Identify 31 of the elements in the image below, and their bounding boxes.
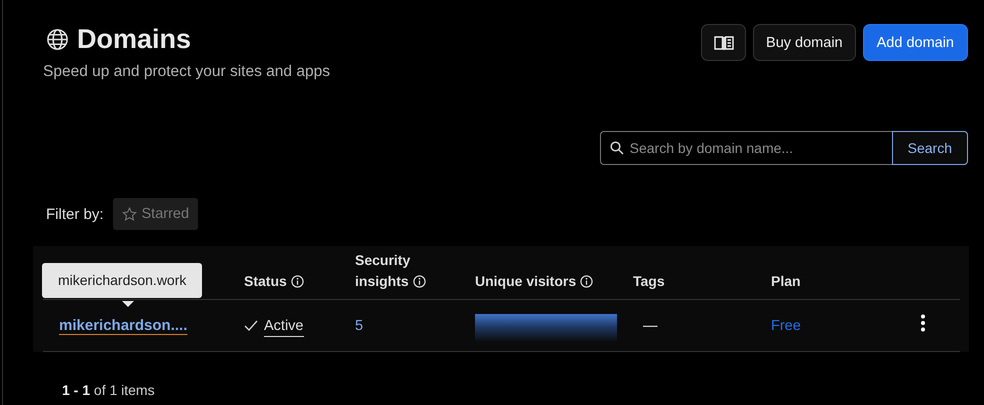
- docs-button[interactable]: [701, 24, 746, 61]
- column-header: Status: [244, 273, 287, 289]
- column-header: Security insights: [355, 252, 410, 289]
- search-button[interactable]: Search: [892, 131, 968, 165]
- starred-filter-chip[interactable]: Starred: [112, 198, 198, 230]
- star-icon: [122, 206, 137, 222]
- pagination-summary: 1 - 1 of 1 items: [62, 382, 155, 398]
- check-icon: [244, 320, 258, 331]
- column-header: Tags: [633, 273, 665, 289]
- security-insights-count[interactable]: 5: [355, 318, 364, 334]
- domain-link[interactable]: mikerichardson....: [59, 316, 188, 334]
- globe-icon: [46, 28, 69, 51]
- page-title: Domains: [77, 24, 192, 55]
- column-header: Unique visitors: [475, 273, 576, 289]
- book-icon: [714, 34, 734, 50]
- kebab-menu-icon[interactable]: [920, 314, 926, 332]
- tags-cell-text: —: [642, 318, 658, 334]
- search-icon: [610, 141, 624, 155]
- buy-domain-button[interactable]: Buy domain: [753, 24, 856, 61]
- add-domain-button[interactable]: Add domain: [862, 24, 968, 61]
- info-icon[interactable]: [412, 275, 426, 288]
- info-icon[interactable]: [290, 275, 304, 288]
- page-subtitle: Speed up and protect your sites and apps: [43, 63, 330, 81]
- plan-link[interactable]: Free: [771, 318, 801, 334]
- search-field[interactable]: Search by domain name...: [600, 131, 892, 165]
- info-icon[interactable]: [580, 275, 594, 288]
- domain-tooltip: mikerichardson.work: [42, 263, 202, 298]
- filter-label: Filter by:: [46, 206, 104, 222]
- status-text: Active: [264, 318, 304, 337]
- column-header: Plan: [771, 273, 801, 289]
- tooltip-pointer: [122, 301, 134, 307]
